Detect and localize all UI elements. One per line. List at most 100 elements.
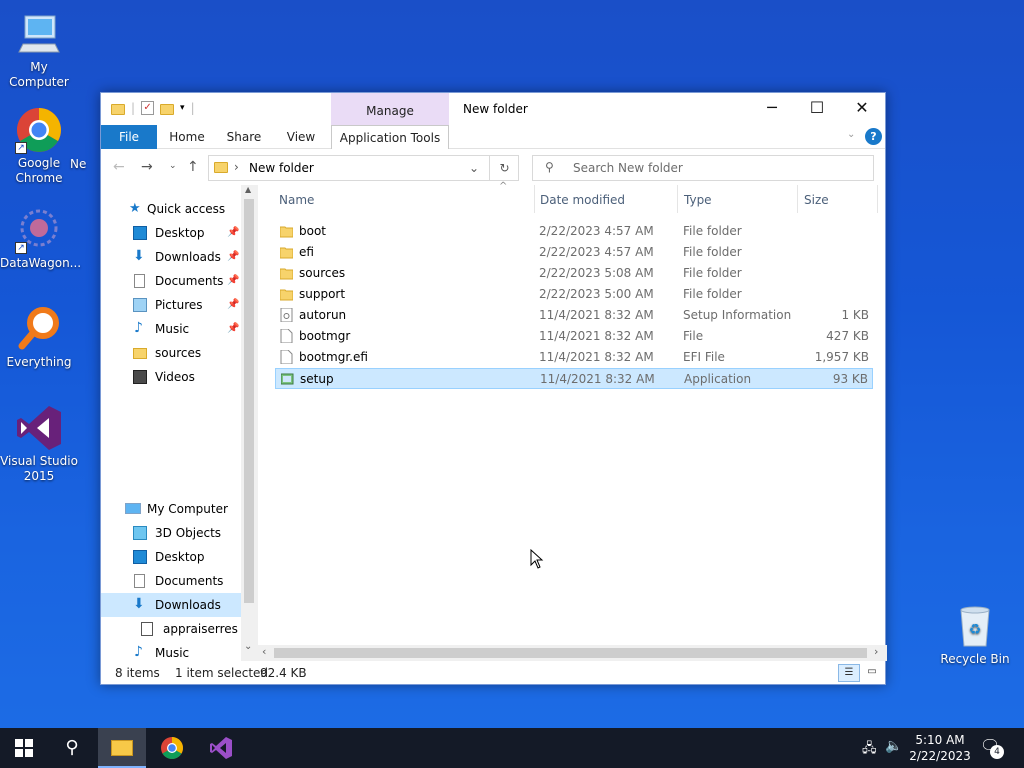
sidebar-item-label: Desktop [155, 550, 205, 564]
shortcut-file-icon [141, 622, 153, 636]
column-header-type[interactable]: Type [684, 193, 712, 207]
sidebar-item-sources[interactable]: sources [101, 341, 241, 365]
taskbar-visual-studio[interactable] [197, 728, 245, 768]
search-button[interactable]: ⚲ [48, 728, 96, 768]
back-arrow-icon[interactable]: ← [113, 159, 125, 175]
desktop-icon-datawagon[interactable]: ↗ DataWagon... [0, 206, 81, 271]
column-header-name[interactable]: Name [279, 193, 314, 207]
desktop-icon-recycle-bin[interactable]: ♻ Recycle Bin [936, 602, 1014, 667]
pin-icon[interactable]: 📌 [227, 293, 239, 317]
desktop-icon-visual-studio[interactable]: Visual Studio 2015 [0, 404, 78, 484]
sidebar-item-desktop[interactable]: Desktop [101, 545, 241, 569]
maximize-button[interactable]: ☐ [794, 93, 840, 123]
table-row[interactable]: boot 2/22/2023 4:57 AM File folder [275, 221, 873, 242]
details-view-button[interactable]: ☰ [838, 664, 860, 682]
sidebar-item-downloads[interactable]: ⬇ Downloads 📌 [101, 245, 241, 269]
file-list: ^ Name Date modified Type Size boot 2/22/… [258, 181, 887, 661]
tab-view[interactable]: View [275, 125, 327, 149]
scroll-up-icon[interactable]: ▲ [245, 185, 251, 194]
sidebar-item-quick-access[interactable]: ★ Quick access [101, 197, 241, 221]
forward-arrow-icon[interactable]: → [141, 159, 153, 175]
navigation-scrollbar[interactable]: ▲ ⌄ [241, 185, 258, 661]
column-header-size[interactable]: Size [804, 193, 829, 207]
taskbar-chrome[interactable] [148, 728, 196, 768]
search-box[interactable]: ⚲ Search New folder [532, 155, 874, 181]
recent-locations-chevron-icon[interactable]: ⌄ [169, 161, 177, 171]
tab-manage[interactable]: Manage [331, 93, 449, 125]
column-divider[interactable] [877, 185, 878, 213]
table-row[interactable]: bootmgr.efi 11/4/2021 8:32 AM EFI File 1,95… [275, 347, 873, 368]
pin-icon[interactable]: 📌 [227, 317, 239, 341]
customize-toolbar-icon[interactable]: ▾ [180, 103, 185, 113]
close-button[interactable]: ✕ [839, 93, 885, 123]
file-name: autorun [299, 308, 347, 322]
divider: | [190, 101, 195, 115]
table-row[interactable]: sources 2/22/2023 5:08 AM File folder [275, 263, 873, 284]
datawagon-icon: ↗ [15, 206, 63, 254]
properties-icon[interactable]: ✓ [141, 101, 155, 115]
table-row[interactable]: bootmgr 11/4/2021 8:32 AM File 427 KB [275, 326, 873, 347]
search-input[interactable]: Search New folder [573, 161, 683, 175]
visual-studio-icon [210, 737, 232, 759]
new-folder-icon[interactable] [160, 103, 175, 115]
up-arrow-icon[interactable]: ↑ [187, 159, 199, 175]
table-row[interactable]: setup 11/4/2021 8:32 AM Application 93 KB [275, 368, 873, 389]
scroll-right-icon[interactable]: › [874, 645, 878, 658]
start-button[interactable] [0, 728, 48, 768]
pin-icon[interactable]: 📌 [227, 245, 239, 269]
sidebar-item-label: sources [155, 346, 202, 360]
sidebar-item-music[interactable]: ♪ Music 📌 [101, 317, 241, 341]
sidebar-item-documents[interactable]: Documents 📌 [101, 269, 241, 293]
pin-icon[interactable]: 📌 [227, 269, 239, 293]
taskbar-file-explorer[interactable] [98, 728, 146, 768]
sidebar-item-3d-objects[interactable]: 3D Objects [101, 521, 241, 545]
column-divider[interactable] [534, 185, 535, 213]
sidebar-item-pictures[interactable]: Pictures 📌 [101, 293, 241, 317]
help-icon[interactable]: ? [865, 128, 882, 145]
address-dropdown-icon[interactable]: ⌄ [469, 161, 479, 175]
large-icons-view-button[interactable]: ▭ [863, 664, 881, 682]
tab-share[interactable]: Share [219, 125, 269, 149]
sidebar-item-label: Music [155, 322, 190, 336]
tab-home[interactable]: Home [161, 125, 213, 149]
sidebar-item-my-computer[interactable]: My Computer [101, 497, 241, 521]
horizontal-scrollbar[interactable]: ‹ › [258, 645, 887, 661]
network-icon[interactable]: 🖧 [862, 739, 877, 761]
table-row[interactable]: support 2/22/2023 5:00 AM File folder [275, 284, 873, 305]
scrollbar-thumb[interactable] [244, 199, 254, 603]
sidebar-item-music[interactable]: ♪ Music [101, 641, 241, 661]
column-header-date-modified[interactable]: Date modified [540, 193, 625, 207]
sidebar-item-label: Pictures [155, 298, 203, 312]
column-divider[interactable] [797, 185, 798, 213]
table-row[interactable]: efi 2/22/2023 4:57 AM File folder [275, 242, 873, 263]
breadcrumb[interactable]: New folder [249, 161, 314, 175]
minimize-button[interactable]: ─ [749, 93, 795, 123]
desktop-icon-google-chrome[interactable]: ↗ Google Chrome [0, 106, 78, 186]
desktop-icon-my-computer[interactable]: My Computer [0, 10, 78, 90]
sidebar-item-desktop[interactable]: Desktop 📌 [101, 221, 241, 245]
column-divider[interactable] [677, 185, 678, 213]
sidebar-item-appraiserres[interactable]: appraiserres [101, 617, 241, 641]
table-row[interactable]: autorun 11/4/2021 8:32 AM Setup Informatio… [275, 305, 873, 326]
document-icon [134, 574, 145, 588]
folder-icon [279, 287, 294, 301]
tab-application-tools[interactable]: Application Tools [331, 125, 449, 149]
refresh-icon[interactable]: ↻ [489, 156, 519, 180]
volume-icon[interactable]: 🔈 [885, 738, 902, 754]
address-bar[interactable]: › New folder ⌄ ↻ [208, 155, 519, 181]
sidebar-item-downloads[interactable]: ⬇ Downloads [101, 593, 241, 617]
computer-icon [15, 10, 63, 58]
scrollbar-thumb[interactable] [274, 648, 867, 658]
breadcrumb-chevron-icon[interactable]: › [234, 160, 239, 174]
scroll-down-icon[interactable]: ⌄ [244, 641, 252, 652]
expand-ribbon-icon[interactable]: ⌄ [847, 129, 855, 140]
sidebar-item-videos[interactable]: Videos [101, 365, 241, 389]
partial-icon-label: Ne [70, 157, 87, 171]
notification-center-button[interactable]: 🗨 4 [980, 736, 1008, 760]
tab-file[interactable]: File [101, 125, 157, 149]
desktop-icon-everything[interactable]: Everything [0, 305, 78, 370]
scroll-left-icon[interactable]: ‹ [262, 645, 266, 658]
sidebar-item-documents[interactable]: Documents [101, 569, 241, 593]
pin-icon[interactable]: 📌 [227, 221, 239, 245]
system-clock[interactable]: 5:10 AM 2/22/2023 [905, 732, 975, 764]
